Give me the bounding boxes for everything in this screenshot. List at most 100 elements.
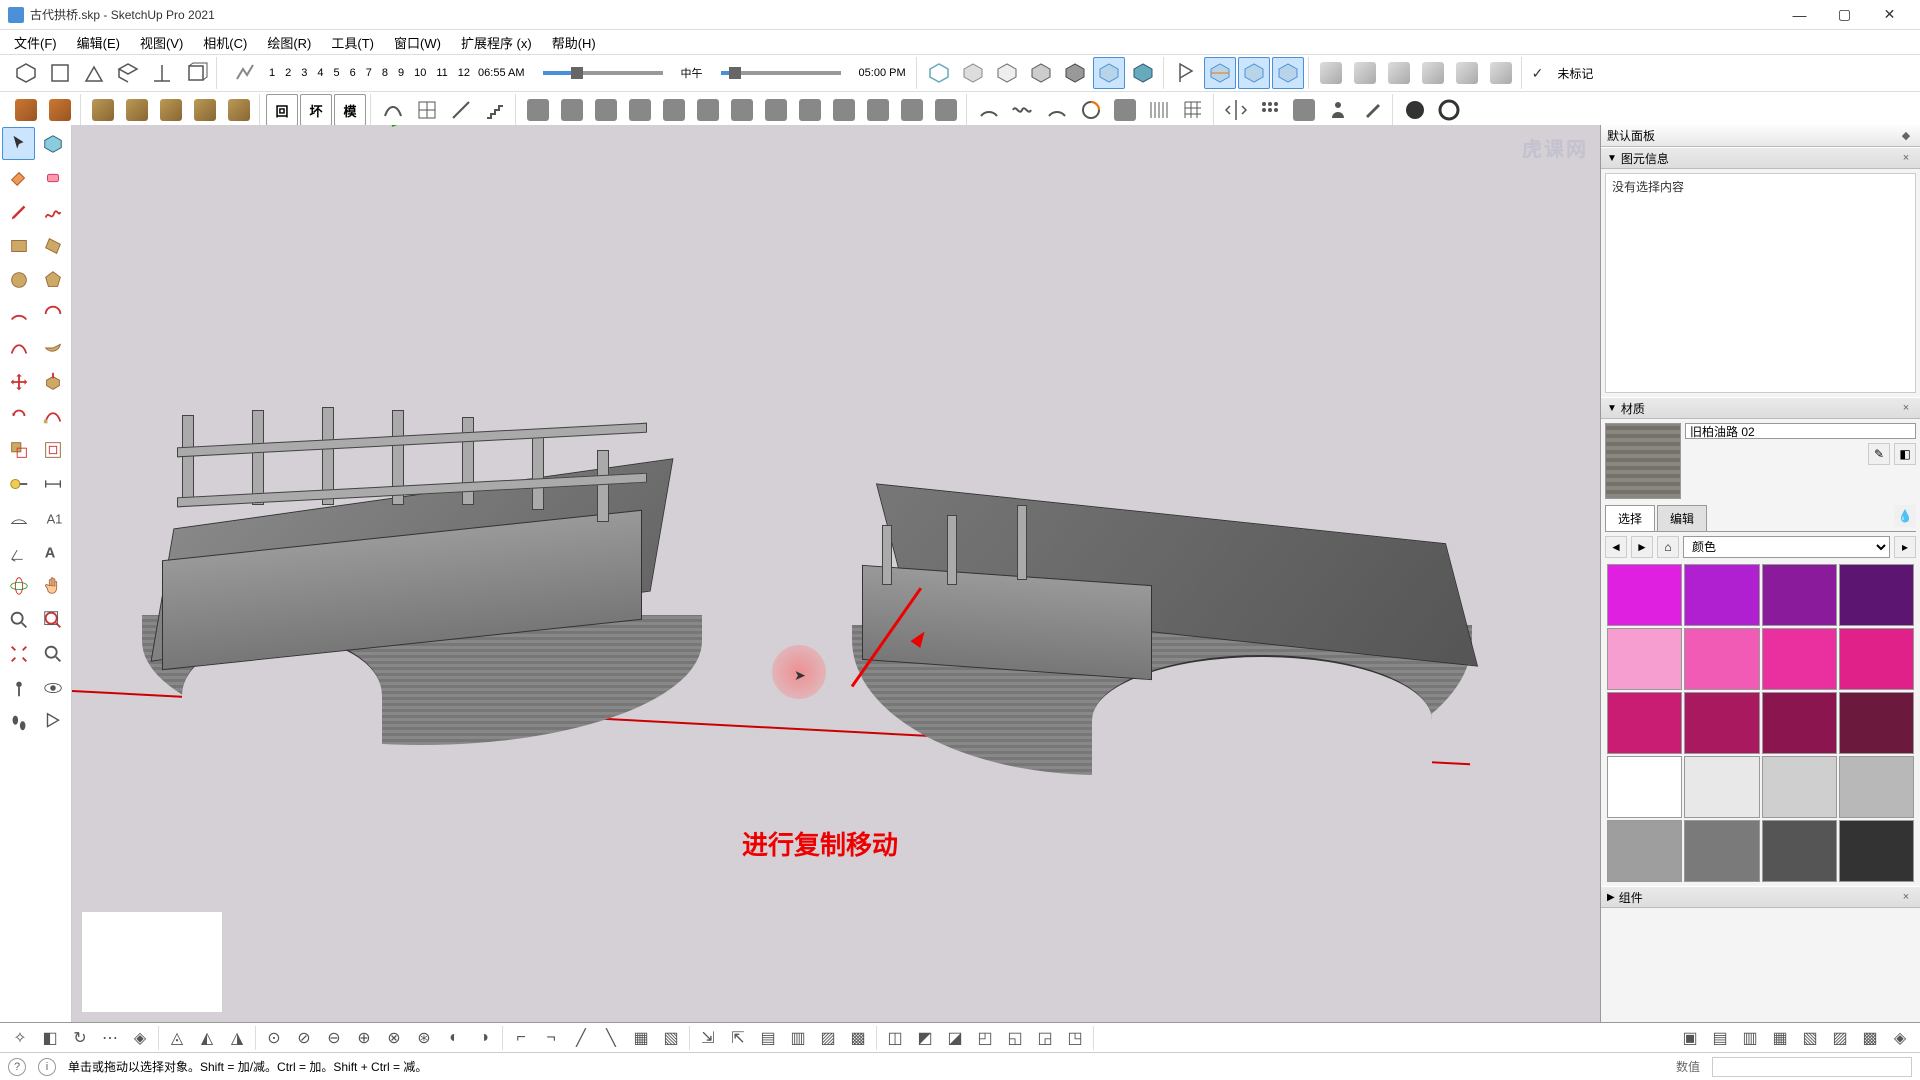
array-tool-icon[interactable] <box>1254 94 1286 126</box>
ext-tool-8-icon[interactable] <box>760 94 792 126</box>
menu-extensions[interactable]: 扩展程序 (x) <box>451 30 542 55</box>
knife-tool-icon[interactable] <box>1109 94 1141 126</box>
btool-r7-icon[interactable]: ▩ <box>1856 1025 1884 1051</box>
ext-tool-9-icon[interactable] <box>794 94 826 126</box>
material-create-icon[interactable]: ✎ <box>1868 443 1890 465</box>
btool-r6-icon[interactable]: ▨ <box>1826 1025 1854 1051</box>
solid-split-icon[interactable] <box>1485 57 1517 89</box>
section-tool-icon[interactable] <box>36 705 69 738</box>
btool-19-icon[interactable]: ╱ <box>567 1025 595 1051</box>
time-slider-track[interactable] <box>543 71 663 75</box>
style-mono-icon[interactable] <box>1059 57 1091 89</box>
pan-tool-icon[interactable] <box>36 569 69 602</box>
btool-22-icon[interactable]: ▧ <box>657 1025 685 1051</box>
material-name-input[interactable] <box>1685 423 1916 439</box>
3pt-arc-tool-icon[interactable] <box>2 331 35 364</box>
color-swatch-13[interactable] <box>1684 756 1759 818</box>
btool-3-icon[interactable]: ↻ <box>66 1025 94 1051</box>
tape-tool-icon[interactable] <box>2 467 35 500</box>
rotated-rect-tool-icon[interactable] <box>36 229 69 262</box>
ext-tool-7-icon[interactable] <box>726 94 758 126</box>
view-right-icon[interactable] <box>112 57 144 89</box>
ext-tool-4-icon[interactable] <box>624 94 656 126</box>
color-swatch-9[interactable] <box>1684 692 1759 754</box>
btool-27-icon[interactable]: ▨ <box>814 1025 842 1051</box>
solid-trim-icon[interactable] <box>1451 57 1483 89</box>
btool-10-icon[interactable]: ⊘ <box>290 1025 318 1051</box>
dimension-tool-icon[interactable] <box>36 467 69 500</box>
solid-outer-icon[interactable] <box>1315 57 1347 89</box>
btool-r8-icon[interactable]: ◈ <box>1886 1025 1914 1051</box>
zoom-window-tool-icon[interactable] <box>36 603 69 636</box>
style-wireframe-icon[interactable] <box>923 57 955 89</box>
btool-r4-icon[interactable]: ▦ <box>1766 1025 1794 1051</box>
ext-tool-11-icon[interactable] <box>862 94 894 126</box>
plugin-2-icon[interactable] <box>1433 94 1465 126</box>
btool-13-icon[interactable]: ⊗ <box>380 1025 408 1051</box>
btool-33-icon[interactable]: ◱ <box>1001 1025 1029 1051</box>
polygon-tool-icon[interactable] <box>36 263 69 296</box>
btool-21-icon[interactable]: ▦ <box>627 1025 655 1051</box>
btool-5-icon[interactable]: ◈ <box>126 1025 154 1051</box>
material-tab-select[interactable]: 选择 <box>1605 505 1655 531</box>
color-swatch-1[interactable] <box>1684 564 1759 626</box>
sandbox-flip-icon[interactable] <box>223 94 255 126</box>
paint-tool-icon[interactable] <box>2 161 35 194</box>
material-preview-swatch[interactable] <box>1605 423 1681 499</box>
color-swatch-6[interactable] <box>1762 628 1837 690</box>
move-tool-icon[interactable] <box>2 365 35 398</box>
circle-tool-icon[interactable] <box>2 263 35 296</box>
solid-intersect-icon[interactable] <box>1349 57 1381 89</box>
menu-tools[interactable]: 工具(T) <box>321 30 384 55</box>
sandbox-smoove-icon[interactable] <box>87 94 119 126</box>
offset-tool-icon[interactable] <box>36 433 69 466</box>
ext-tool-13-icon[interactable] <box>930 94 962 126</box>
color-swatch-5[interactable] <box>1684 628 1759 690</box>
btool-34-icon[interactable]: ◲ <box>1031 1025 1059 1051</box>
scale-tool-icon[interactable] <box>2 433 35 466</box>
pie-tool-icon[interactable] <box>36 331 69 364</box>
btool-30-icon[interactable]: ◩ <box>911 1025 939 1051</box>
color-swatch-16[interactable] <box>1607 820 1682 882</box>
btool-17-icon[interactable]: ⌐ <box>507 1025 535 1051</box>
style-shaded-icon[interactable] <box>991 57 1023 89</box>
color-swatch-18[interactable] <box>1762 820 1837 882</box>
tag-untagged-label[interactable]: 未标记 <box>1549 65 1601 82</box>
arc-tool-2-icon[interactable] <box>1041 94 1073 126</box>
grid-tool-icon[interactable] <box>411 94 443 126</box>
entity-info-header[interactable]: ▼ 图元信息 × <box>1601 147 1920 169</box>
text-box-icon[interactable]: 回 <box>266 94 298 126</box>
sandbox-detail-icon[interactable] <box>189 94 221 126</box>
section-cut-icon[interactable] <box>1238 57 1270 89</box>
materials-header[interactable]: ▼ 材质 × <box>1601 397 1920 419</box>
btool-2-icon[interactable]: ◧ <box>36 1025 64 1051</box>
components-close-icon[interactable]: × <box>1898 891 1914 903</box>
color-swatch-3[interactable] <box>1839 564 1914 626</box>
axes-tool-icon[interactable] <box>2 535 35 568</box>
mirror-tool-icon[interactable] <box>1220 94 1252 126</box>
btool-r3-icon[interactable]: ▥ <box>1736 1025 1764 1051</box>
ext-tool-6-icon[interactable] <box>692 94 724 126</box>
btool-12-icon[interactable]: ⊕ <box>350 1025 378 1051</box>
style-hidden-icon[interactable] <box>957 57 989 89</box>
ext-tool-3-icon[interactable] <box>590 94 622 126</box>
panel-pin-icon[interactable]: ◆ <box>1898 129 1914 142</box>
followme-tool-icon[interactable] <box>36 399 69 432</box>
3dtext-tool-icon[interactable]: A <box>36 535 69 568</box>
grid2-tool-icon[interactable] <box>1177 94 1209 126</box>
ext-tool-5-icon[interactable] <box>658 94 690 126</box>
view-left-icon[interactable] <box>180 57 212 89</box>
text-model-icon[interactable]: 模 <box>334 94 366 126</box>
color-swatch-2[interactable] <box>1762 564 1837 626</box>
view-top-icon[interactable] <box>44 57 76 89</box>
stair-tool-icon[interactable] <box>479 94 511 126</box>
orbit-tool-icon[interactable] <box>2 569 35 602</box>
btool-r5-icon[interactable]: ▧ <box>1796 1025 1824 1051</box>
color-swatch-11[interactable] <box>1839 692 1914 754</box>
btool-24-icon[interactable]: ⇱ <box>724 1025 752 1051</box>
section-plane-icon[interactable] <box>1170 57 1202 89</box>
align-tool-icon[interactable] <box>1288 94 1320 126</box>
menu-file[interactable]: 文件(F) <box>4 30 67 55</box>
color-swatch-7[interactable] <box>1839 628 1914 690</box>
menu-window[interactable]: 窗口(W) <box>384 30 451 55</box>
